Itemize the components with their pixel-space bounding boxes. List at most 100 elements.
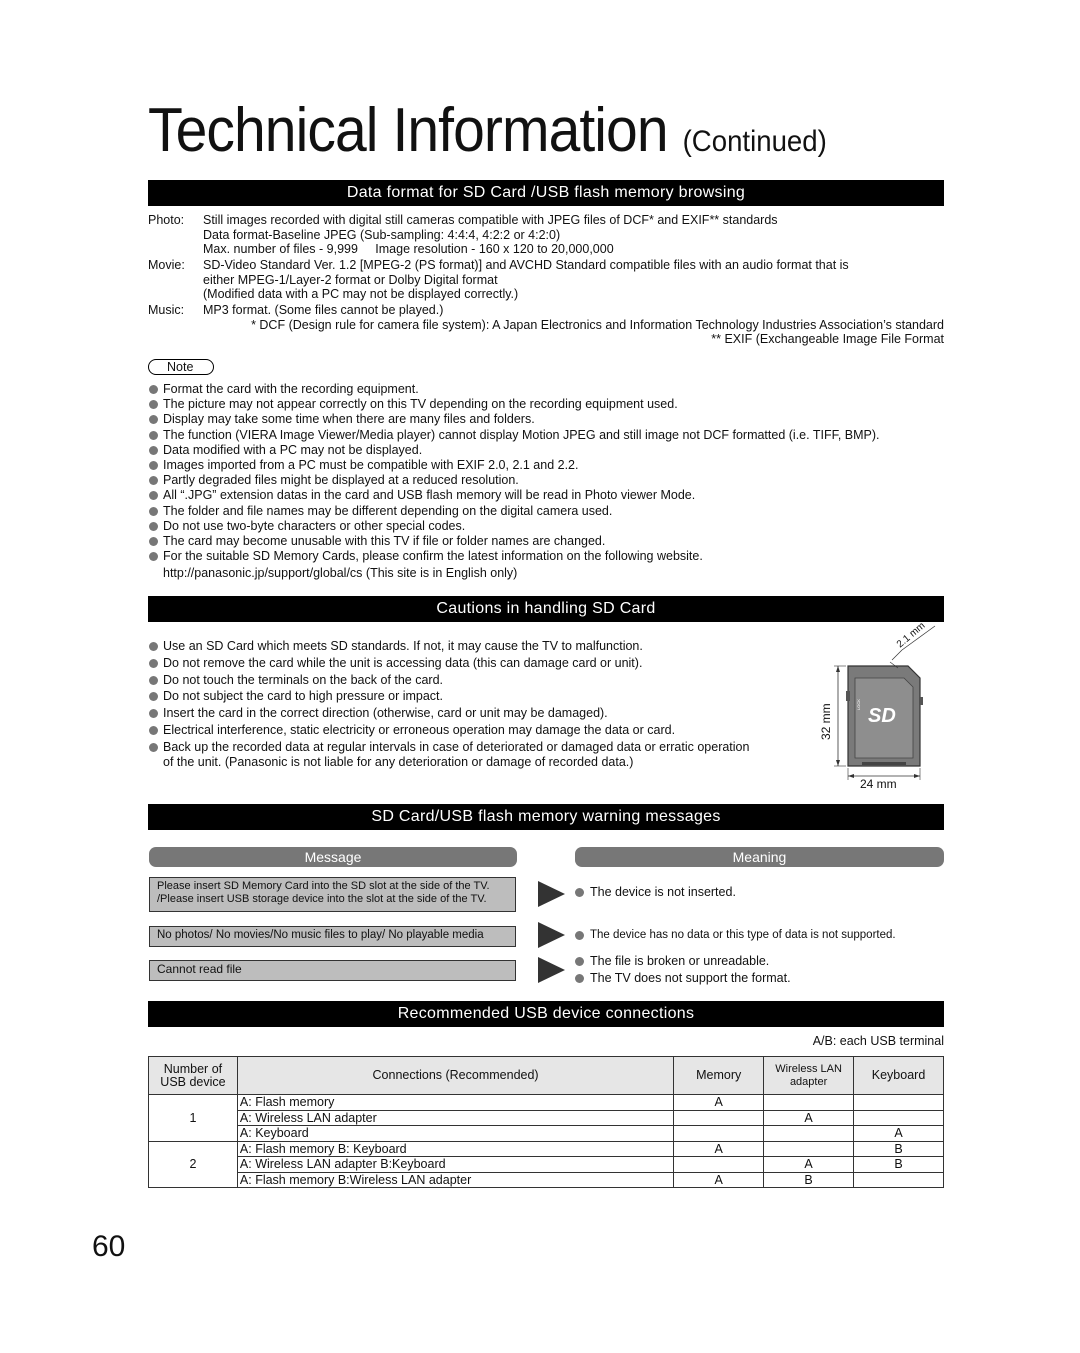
caution-list: Use an SD Card which meets SD standards.… (148, 638, 749, 756)
note-item: Do not use two-byte characters or other … (148, 519, 880, 534)
note-label: Note (148, 359, 214, 375)
note-item: Images imported from a PC must be compat… (148, 458, 880, 473)
meaning-item: The device is not inserted. (575, 884, 736, 901)
cell-wireless (763, 1141, 855, 1157)
header-number: Number of USB device (148, 1056, 238, 1095)
footnote-exif: ** EXIF (Exchangeable Image File Format (711, 332, 944, 346)
note-item: The picture may not appear correctly on … (148, 397, 880, 412)
format-line: Data format-Baseline JPEG (Sub-sampling:… (203, 227, 561, 242)
warning-message-box: No photos/ No movies/No music files to p… (149, 926, 516, 947)
table-row: 2 A: Flash memory B: Keyboard A B (148, 1141, 944, 1188)
cell-connection: A: Wireless LAN adapter (236, 1110, 675, 1126)
warning-message-line: /Please insert USB storage device into t… (157, 893, 487, 905)
cell-memory: A (673, 1141, 765, 1157)
arrow-right-icon (538, 957, 565, 983)
cell-wireless: A (763, 1110, 855, 1126)
warning-message-line: Please insert SD Memory Card into the SD… (157, 880, 490, 892)
cell-connection: A: Flash memory (236, 1094, 675, 1111)
height-dimension-label: 32 mm (819, 703, 833, 740)
cell-connection: A: Keyboard (236, 1125, 675, 1142)
warning-meaning: The file is broken or unreadable. The TV… (575, 953, 791, 987)
format-line: either MPEG-1/Layer-2 format or Dolby Di… (203, 272, 498, 287)
note-item: Format the card with the recording equip… (148, 382, 880, 397)
caution-item: Do not remove the card while the unit is… (148, 655, 749, 672)
cell-number: 1 (148, 1094, 238, 1142)
usb-connections-table: Number of USB device Connections (Recomme… (148, 1056, 944, 1188)
table-row: 1 A: Flash memory A (148, 1094, 944, 1142)
header-wireless: Wireless LAN adapter (763, 1056, 855, 1095)
width-dimension-label: 24 mm (860, 777, 897, 791)
warning-message-line: Cannot read file (157, 962, 242, 976)
caution-item: Do not subject the card to high pressure… (148, 688, 749, 705)
format-label: Music: (148, 303, 185, 317)
cell-wireless: B (763, 1172, 855, 1188)
header-connections: Connections (Recommended) (236, 1056, 675, 1095)
cell-memory: A (673, 1172, 765, 1188)
sd-card-diagram: SD LOCK 32 mm 24 mm 2.1 mm (810, 618, 945, 793)
note-item: All “.JPG” extension datas in the card a… (148, 488, 880, 503)
cell-keyboard (853, 1094, 944, 1111)
warning-meaning: The device has no data or this type of d… (575, 927, 896, 944)
header-keyboard: Keyboard (853, 1056, 944, 1095)
sd-card-icon: SD LOCK 32 mm 24 mm 2.1 mm (819, 620, 936, 791)
cell-wireless (763, 1125, 855, 1142)
usb-legend: A/B: each USB terminal (812, 1034, 944, 1048)
cell-number: 2 (148, 1141, 238, 1188)
caution-item: Electrical interference, static electric… (148, 722, 749, 739)
page-number: 60 (92, 1230, 126, 1263)
page-title-text: Technical Information (148, 96, 669, 165)
caution-item: Insert the card in the correct direction… (148, 705, 749, 722)
format-line: MP3 format. (Some files cannot be played… (203, 303, 444, 317)
header-memory: Memory (673, 1056, 765, 1095)
meaning-column-header: Meaning (575, 847, 944, 867)
note-item: The card may become unusable with this T… (148, 534, 880, 549)
message-column-header: Message (149, 847, 517, 867)
cell-keyboard: B (853, 1141, 944, 1157)
caution-item: Back up the recorded data at regular int… (148, 739, 749, 756)
table-header-row: Number of USB device Connections (Recomme… (148, 1056, 944, 1095)
table-row: A: Keyboard A (149, 1125, 944, 1142)
cell-memory (673, 1110, 765, 1126)
cell-connection: A: Flash memory B:Wireless LAN adapter (236, 1172, 675, 1188)
meaning-item: The file is broken or unreadable. (575, 953, 791, 970)
cell-keyboard (853, 1110, 944, 1126)
cell-keyboard (853, 1172, 944, 1188)
cell-memory (673, 1156, 765, 1173)
cell-wireless: A (763, 1156, 855, 1173)
warning-message-line: No photos/ No movies/No music files to p… (157, 929, 484, 941)
format-line: Max. number of files - 9,999 Image resol… (203, 242, 614, 256)
meaning-item: The TV does not support the format. (575, 970, 791, 987)
cell-keyboard: B (853, 1156, 944, 1173)
table-row: A: Flash memory B:Wireless LAN adapter A… (149, 1172, 944, 1188)
note-item: The folder and file names may be differe… (148, 504, 880, 519)
warning-message-box: Please insert SD Memory Card into the SD… (149, 877, 516, 912)
caution-item: Use an SD Card which meets SD standards.… (148, 638, 749, 655)
note-item: Data modified with a PC may not be displ… (148, 443, 880, 458)
section-heading-warnings: SD Card/USB flash memory warning message… (148, 804, 944, 830)
footnote-dcf: * DCF (Design rule for camera file syste… (251, 318, 944, 332)
table-row: A: Wireless LAN adapter B:Keyboard A B (149, 1156, 944, 1173)
section-heading-data-format: Data format for SD Card /USB flash memor… (148, 180, 944, 206)
cell-memory (673, 1125, 765, 1142)
cell-wireless (763, 1094, 855, 1111)
table-row: A: Wireless LAN adapter A (149, 1110, 944, 1126)
note-item: Partly degraded files might be displayed… (148, 473, 880, 488)
cell-memory: A (673, 1094, 765, 1111)
section-heading-usb: Recommended USB device connections (148, 1001, 944, 1027)
caution-item-continued: of the unit. (Panasonic is not liable fo… (163, 755, 634, 769)
arrow-right-icon (538, 881, 565, 907)
website-link[interactable]: http://panasonic.jp/support/global/cs (T… (163, 566, 517, 581)
format-label: Movie: (148, 258, 185, 272)
arrow-right-icon (538, 922, 565, 948)
note-item: For the suitable SD Memory Cards, please… (148, 549, 880, 564)
note-item: The function (VIERA Image Viewer/Media p… (148, 428, 880, 443)
format-line: Still images recorded with digital still… (203, 213, 778, 227)
note-item: Display may take some time when there ar… (148, 412, 880, 427)
page-title-suffix: (Continued) (682, 125, 827, 158)
cell-keyboard: A (853, 1125, 944, 1142)
note-list: Format the card with the recording equip… (148, 382, 880, 564)
cell-connection: A: Wireless LAN adapter B:Keyboard (236, 1156, 675, 1173)
lock-label: LOCK (856, 699, 861, 710)
cell-connection: A: Flash memory B: Keyboard (236, 1141, 675, 1157)
format-label: Photo: (148, 213, 185, 227)
